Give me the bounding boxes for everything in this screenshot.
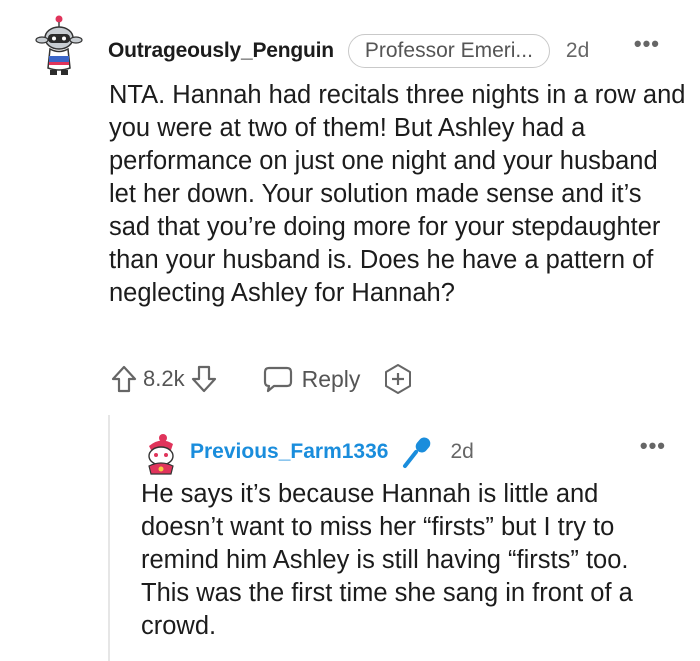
more-options-button[interactable]: ••• (634, 31, 660, 57)
comment-age: 2d (565, 39, 590, 62)
user-flair: Professor Emeri... (347, 34, 550, 68)
reply-age: 2d (450, 440, 474, 463)
microphone-icon (403, 437, 431, 468)
reply-more-options-button[interactable]: ••• (640, 433, 666, 459)
downvote-arrow-icon[interactable] (190, 364, 218, 394)
comment-header: Outrageously_Penguin Professor Emeri... … (108, 31, 688, 69)
snoo-avatar-icon[interactable] (141, 432, 181, 476)
comment-actions: 8.2k Reply (110, 361, 414, 397)
penguin-avatar-icon[interactable] (30, 14, 88, 84)
award-plus-icon[interactable] (382, 363, 414, 395)
reply-username[interactable]: Previous_Farm1336 (190, 440, 388, 464)
reply-button[interactable]: Reply (262, 365, 361, 393)
reply-header: Previous_Farm1336 2d ••• (190, 433, 680, 469)
comment-username[interactable]: Outrageously_Penguin (108, 39, 334, 63)
reply-label: Reply (301, 365, 361, 392)
speech-bubble-icon (263, 366, 292, 393)
vote-score: 8.2k (143, 366, 185, 391)
upvote-arrow-icon[interactable] (110, 364, 138, 394)
reply-body: He says it’s because Hannah is little an… (141, 480, 633, 640)
comment-body: NTA. Hannah had recitals three nights in… (109, 81, 686, 307)
thread-line[interactable] (108, 415, 110, 661)
